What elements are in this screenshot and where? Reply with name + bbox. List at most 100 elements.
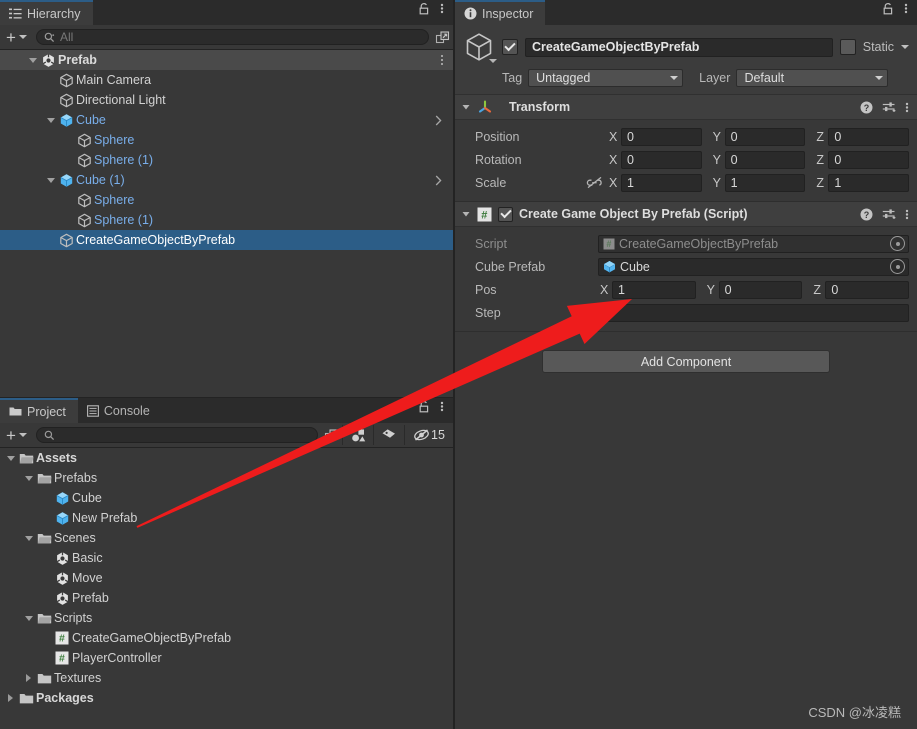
object-picker-icon[interactable]: [890, 236, 905, 251]
horizontal-splitter[interactable]: [0, 397, 453, 398]
hierarchy-create-button[interactable]: +: [0, 31, 34, 44]
tree-row[interactable]: New Prefab: [0, 508, 453, 528]
transform-component-header[interactable]: Transform ?: [455, 95, 917, 120]
twisty-expanded-icon[interactable]: [22, 616, 35, 621]
twisty-expanded-icon[interactable]: [26, 58, 39, 63]
twisty-expanded-icon[interactable]: [22, 536, 35, 541]
tag-dropdown[interactable]: Untagged: [528, 69, 683, 87]
tree-row[interactable]: Move: [0, 568, 453, 588]
pos-z-input[interactable]: 0: [825, 281, 909, 299]
lock-icon[interactable]: [418, 2, 430, 15]
transform-scale-y-input[interactable]: 1: [725, 174, 806, 192]
project-hidden-packages-button[interactable]: 15: [404, 425, 453, 445]
pos-x-input[interactable]: 1: [612, 281, 696, 299]
enter-prefab-chevron-icon[interactable]: [435, 115, 442, 126]
lock-icon[interactable]: [882, 2, 894, 15]
kebab-menu-icon[interactable]: [440, 2, 444, 15]
project-create-button[interactable]: +: [0, 429, 34, 442]
transform-position-z-input[interactable]: 0: [828, 128, 909, 146]
tree-row[interactable]: Packages: [0, 688, 453, 708]
script-component-header[interactable]: # Create Game Object By Prefab (Script) …: [455, 202, 917, 227]
pos-y-input[interactable]: 0: [719, 281, 803, 299]
transform-scale-x-input[interactable]: 1: [621, 174, 702, 192]
tab-inspector[interactable]: Inspector: [455, 0, 545, 25]
transform-rotation-x-input[interactable]: 0: [621, 151, 702, 169]
script-object-field[interactable]: # CreateGameObjectByPrefab: [598, 235, 909, 253]
transform-header-actions: ?: [860, 101, 909, 114]
project-filter-label-button[interactable]: [373, 425, 404, 445]
twisty-expanded-icon[interactable]: [44, 178, 57, 183]
preset-icon[interactable]: [882, 208, 896, 221]
kebab-menu-icon[interactable]: [905, 101, 909, 114]
vertical-splitter[interactable]: [453, 0, 455, 729]
preset-icon[interactable]: [882, 101, 896, 114]
help-icon[interactable]: ?: [860, 101, 873, 114]
gameobject-name-input[interactable]: CreateGameObjectByPrefab: [525, 38, 833, 57]
tree-row[interactable]: Directional Light: [0, 90, 453, 110]
tree-row[interactable]: Prefabs: [0, 468, 453, 488]
tree-row[interactable]: Sphere: [0, 130, 453, 150]
tree-row[interactable]: Sphere: [0, 190, 453, 210]
hierarchy-save-search-button[interactable]: [431, 27, 453, 47]
tab-hierarchy[interactable]: Hierarchy: [0, 0, 93, 25]
tree-row[interactable]: Textures: [0, 668, 453, 688]
tree-row[interactable]: #PlayerController: [0, 648, 453, 668]
kebab-menu-icon[interactable]: [904, 2, 908, 15]
tree-row[interactable]: Prefab: [0, 588, 453, 608]
tree-row[interactable]: Basic: [0, 548, 453, 568]
gameobject-enabled-checkbox[interactable]: [502, 39, 518, 55]
hierarchy-tree[interactable]: PrefabMain CameraDirectional LightCubeSp…: [0, 50, 453, 397]
kebab-menu-icon[interactable]: [440, 400, 444, 413]
enter-prefab-chevron-icon[interactable]: [435, 175, 442, 186]
project-save-search-button[interactable]: [320, 425, 342, 445]
tree-row[interactable]: Cube: [0, 488, 453, 508]
foldout-chevron-down-icon[interactable]: [461, 209, 471, 219]
project-tree[interactable]: AssetsPrefabs Cube New PrefabScenesBasicMo…: [0, 448, 453, 729]
twisty-expanded-icon[interactable]: [4, 456, 17, 461]
tree-row[interactable]: Sphere (1): [0, 150, 453, 170]
transform-rotation-y-input[interactable]: 0: [725, 151, 806, 169]
tree-row[interactable]: Prefab: [0, 50, 453, 70]
twisty-expanded-icon[interactable]: [22, 476, 35, 481]
csharp-script-icon: #: [53, 651, 71, 665]
add-component-button[interactable]: Add Component: [542, 350, 830, 373]
tab-project[interactable]: Project: [0, 398, 78, 423]
twisty-expanded-icon[interactable]: [44, 118, 57, 123]
twisty-collapsed-icon[interactable]: [22, 674, 35, 682]
tree-row[interactable]: Cube: [0, 110, 453, 130]
hierarchy-search-input[interactable]: All: [36, 29, 429, 45]
transform-position-y-input[interactable]: 0: [725, 128, 806, 146]
transform-scale-z-input[interactable]: 1: [828, 174, 909, 192]
transform-rotation-z-input[interactable]: 0: [828, 151, 909, 169]
cube-prefab-object-field[interactable]: Cube: [598, 258, 909, 276]
foldout-chevron-down-icon[interactable]: [461, 102, 471, 112]
project-search-input[interactable]: [36, 427, 318, 443]
step-input[interactable]: 1: [598, 304, 909, 322]
tree-row[interactable]: Scripts: [0, 608, 453, 628]
tree-row[interactable]: Assets: [0, 448, 453, 468]
object-picker-icon[interactable]: [890, 259, 905, 274]
kebab-menu-icon[interactable]: [905, 208, 909, 221]
layer-dropdown[interactable]: Default: [736, 69, 888, 87]
twisty-collapsed-icon[interactable]: [4, 694, 17, 702]
tree-row-label: Cube: [72, 491, 102, 505]
tree-row[interactable]: Scenes: [0, 528, 453, 548]
project-filter-type-button[interactable]: [342, 425, 373, 445]
help-icon[interactable]: ?: [860, 208, 873, 221]
static-checkbox[interactable]: [840, 39, 856, 55]
chevron-down-icon[interactable]: [489, 59, 497, 63]
lock-icon[interactable]: [418, 400, 430, 413]
tree-row[interactable]: Sphere (1): [0, 210, 453, 230]
tree-row[interactable]: Cube (1): [0, 170, 453, 190]
tag-value: Untagged: [536, 71, 590, 85]
script-enabled-checkbox[interactable]: [498, 207, 513, 222]
static-dropdown-chevron-icon[interactable]: [901, 45, 909, 49]
hierarchy-toolbar: + All: [0, 25, 453, 50]
tab-console[interactable]: Console: [78, 398, 162, 423]
tree-row[interactable]: Main Camera: [0, 70, 453, 90]
tree-row[interactable]: #CreateGameObjectByPrefab: [0, 628, 453, 648]
kebab-menu-icon[interactable]: [441, 55, 443, 65]
constrain-proportions-off-icon[interactable]: [581, 176, 607, 189]
tree-row[interactable]: CreateGameObjectByPrefab: [0, 230, 453, 250]
transform-position-x-input[interactable]: 0: [621, 128, 702, 146]
